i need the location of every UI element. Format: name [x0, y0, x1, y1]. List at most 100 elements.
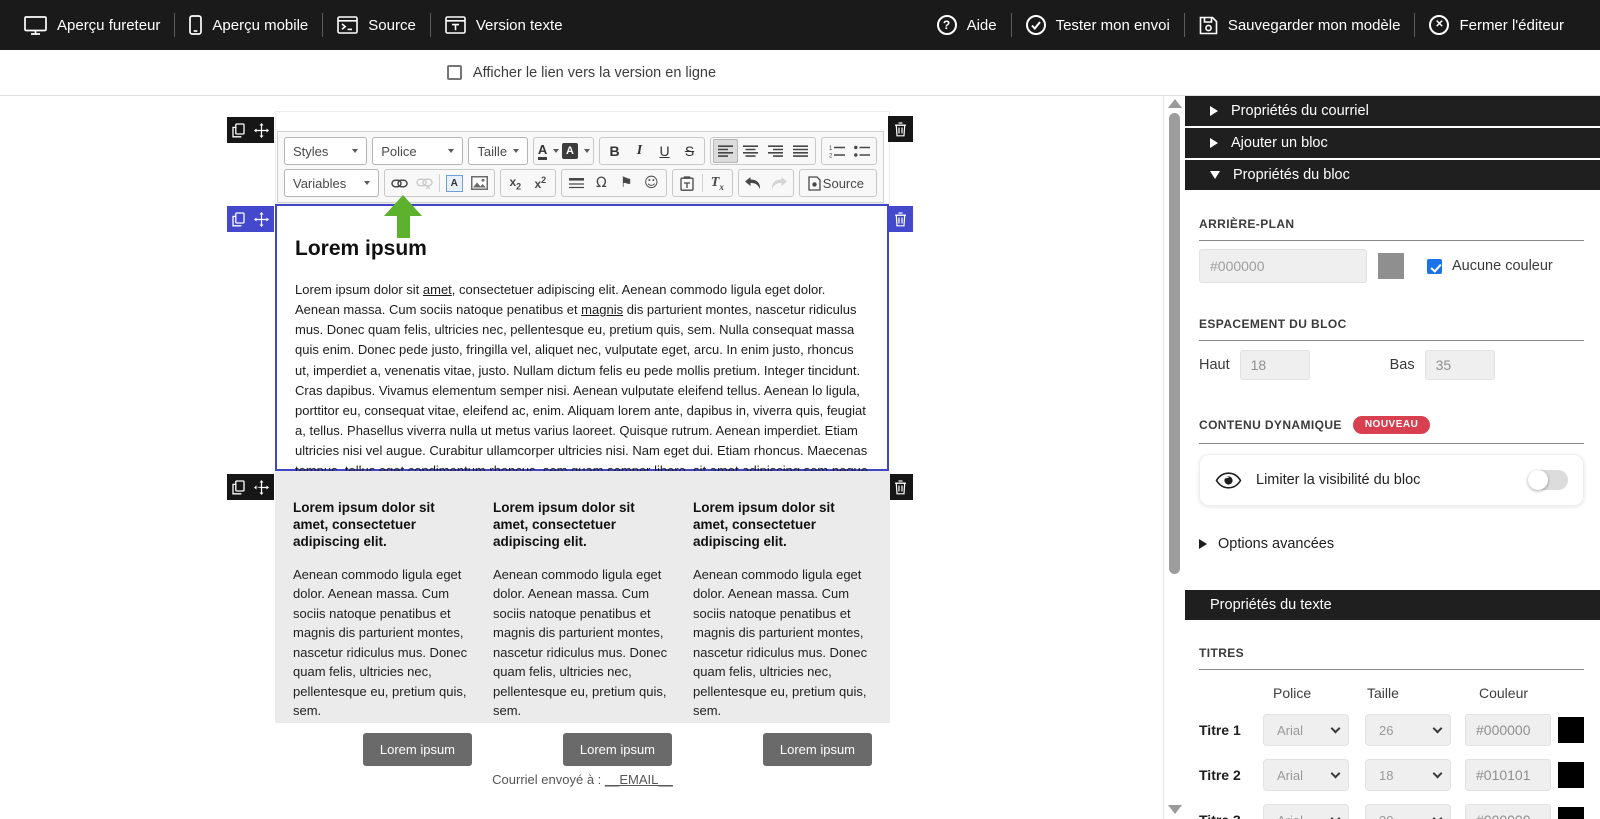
italic-button[interactable]: I [627, 139, 652, 163]
align-justify-button[interactable] [788, 139, 813, 163]
redo-button[interactable] [766, 171, 791, 195]
special-char-button[interactable]: Ω [589, 171, 614, 195]
align-left-button[interactable] [713, 139, 738, 163]
horizontal-rule-button[interactable] [564, 171, 589, 195]
text-color-button[interactable]: A [536, 139, 561, 163]
flag-button[interactable]: ⚑ [614, 171, 639, 195]
redo-icon [770, 177, 787, 189]
source-window-icon [337, 16, 358, 34]
title-2-font-select[interactable]: Arial [1263, 759, 1349, 791]
amet-link[interactable]: amet [423, 282, 452, 297]
background-color-input[interactable] [1199, 249, 1367, 283]
placeholder-icon: A [446, 175, 463, 192]
selected-text-block[interactable]: Lorem ipsum Lorem ipsum dolor sit amet, … [275, 204, 889, 471]
strikethrough-button[interactable]: S [677, 139, 702, 163]
scroll-down-arrow[interactable] [1168, 805, 1182, 814]
title-1-size-select[interactable]: 26 [1365, 714, 1451, 746]
close-editor-button[interactable]: ✕ Fermer l'éditeur [1415, 15, 1578, 35]
title-3-size-select[interactable]: 20 [1365, 804, 1451, 819]
no-color-checkbox[interactable] [1427, 259, 1442, 274]
subscript-button[interactable]: x2 [503, 171, 528, 195]
title-2-color-swatch[interactable] [1558, 762, 1584, 788]
header-block-delete-button[interactable] [888, 116, 913, 142]
online-version-checkbox[interactable] [447, 65, 462, 80]
columns-block-delete-button[interactable] [888, 474, 913, 500]
title-3-color-input[interactable] [1465, 804, 1551, 819]
numbered-list-button[interactable]: 12 [824, 139, 849, 163]
link-icon [391, 179, 408, 188]
align-center-button[interactable] [738, 139, 763, 163]
help-button[interactable]: ? Aide [923, 15, 1011, 35]
title-3-label: Titre 3 [1199, 812, 1263, 819]
selected-block-delete-button[interactable] [888, 206, 913, 232]
align-left-icon [718, 145, 733, 158]
link-button[interactable] [387, 171, 412, 195]
title-1-font-select[interactable]: Arial [1263, 714, 1349, 746]
source-button[interactable]: Source [323, 16, 430, 34]
background-color-row: Aucune couleur [1199, 249, 1584, 283]
move-icon [254, 212, 269, 227]
test-send-button[interactable]: Tester mon envoi [1012, 15, 1184, 35]
text-properties-header[interactable]: Propriétés du texte [1185, 590, 1600, 620]
title-3-font-select[interactable]: Arial [1263, 804, 1349, 819]
email-properties-header[interactable]: Propriétés du courriel [1185, 96, 1600, 126]
title-2-color-input[interactable] [1465, 759, 1551, 791]
caret-icon [352, 149, 358, 153]
placeholder-button[interactable]: A [442, 171, 467, 195]
align-right-icon [768, 145, 783, 158]
workspace: Styles Police Taille A A B I [0, 95, 1600, 819]
source-toggle-button[interactable]: Source [799, 169, 877, 197]
browser-preview-button[interactable]: Aperçu fureteur [10, 16, 174, 35]
scroll-up-arrow[interactable] [1168, 99, 1182, 108]
font-dropdown[interactable]: Police [372, 137, 463, 165]
title-2-size-select[interactable]: 18 [1365, 759, 1451, 791]
variables-dropdown[interactable]: Variables [284, 169, 379, 197]
background-color-swatch[interactable] [1378, 253, 1404, 279]
source-label: Source [368, 17, 416, 34]
undo-group [738, 169, 794, 197]
selected-block-handle[interactable] [227, 206, 274, 232]
block-properties-header[interactable]: Propriétés du bloc [1185, 160, 1600, 190]
bold-button[interactable]: B [602, 139, 627, 163]
title-1-color-swatch[interactable] [1558, 717, 1584, 743]
column-2-button[interactable]: Lorem ipsum [563, 733, 672, 766]
column-3-button[interactable]: Lorem ipsum [763, 733, 872, 766]
background-color-button[interactable]: A [561, 139, 591, 163]
bullet-list-button[interactable] [849, 139, 874, 163]
paste-template-button[interactable] [675, 171, 700, 195]
email-variable-link[interactable]: __EMAIL__ [605, 772, 673, 787]
unlink-button[interactable] [412, 171, 437, 195]
image-button[interactable] [467, 171, 492, 195]
mobile-preview-button[interactable]: Aperçu mobile [175, 15, 322, 35]
column-1-button[interactable]: Lorem ipsum [363, 733, 472, 766]
limit-visibility-toggle[interactable] [1528, 470, 1568, 490]
size-dropdown[interactable]: Taille [468, 137, 528, 165]
smiley-button[interactable]: ☺ [639, 171, 664, 195]
remove-format-button[interactable]: Tx [705, 171, 730, 195]
title-1-color-input[interactable] [1465, 714, 1551, 746]
toolbar-row-1: Styles Police Taille A A B I [284, 137, 877, 165]
superscript-button[interactable]: x2 [528, 171, 553, 195]
advanced-options-toggle[interactable]: Options avancées [1199, 536, 1584, 552]
canvas-scrollbar[interactable] [1163, 96, 1185, 819]
add-block-header[interactable]: Ajouter un bloc [1185, 128, 1600, 158]
three-column-block[interactable]: Lorem ipsum dolor sit amet, consectetuer… [275, 471, 890, 723]
underline-button[interactable]: U [652, 139, 677, 163]
spacing-top-input[interactable] [1240, 350, 1310, 380]
text-version-button[interactable]: Version texte [431, 16, 577, 34]
magnis-link[interactable]: magnis [581, 302, 623, 317]
save-template-button[interactable]: Sauvegarder mon modèle [1185, 16, 1415, 35]
styles-dropdown[interactable]: Styles [284, 137, 367, 165]
test-send-label: Tester mon envoi [1056, 17, 1170, 34]
text-version-label: Version texte [476, 17, 563, 34]
undo-button[interactable] [741, 171, 766, 195]
help-label: Aide [967, 17, 997, 34]
header-block-handle[interactable] [227, 117, 274, 143]
title-3-color-swatch[interactable] [1558, 807, 1584, 819]
scrollbar-thumb[interactable] [1169, 113, 1180, 574]
mobile-icon [189, 15, 202, 35]
spacing-bottom-input[interactable] [1425, 350, 1495, 380]
columns-block-handle[interactable] [227, 474, 274, 500]
align-right-button[interactable] [763, 139, 788, 163]
richtext-toolbar: Styles Police Taille A A B I [277, 131, 884, 203]
